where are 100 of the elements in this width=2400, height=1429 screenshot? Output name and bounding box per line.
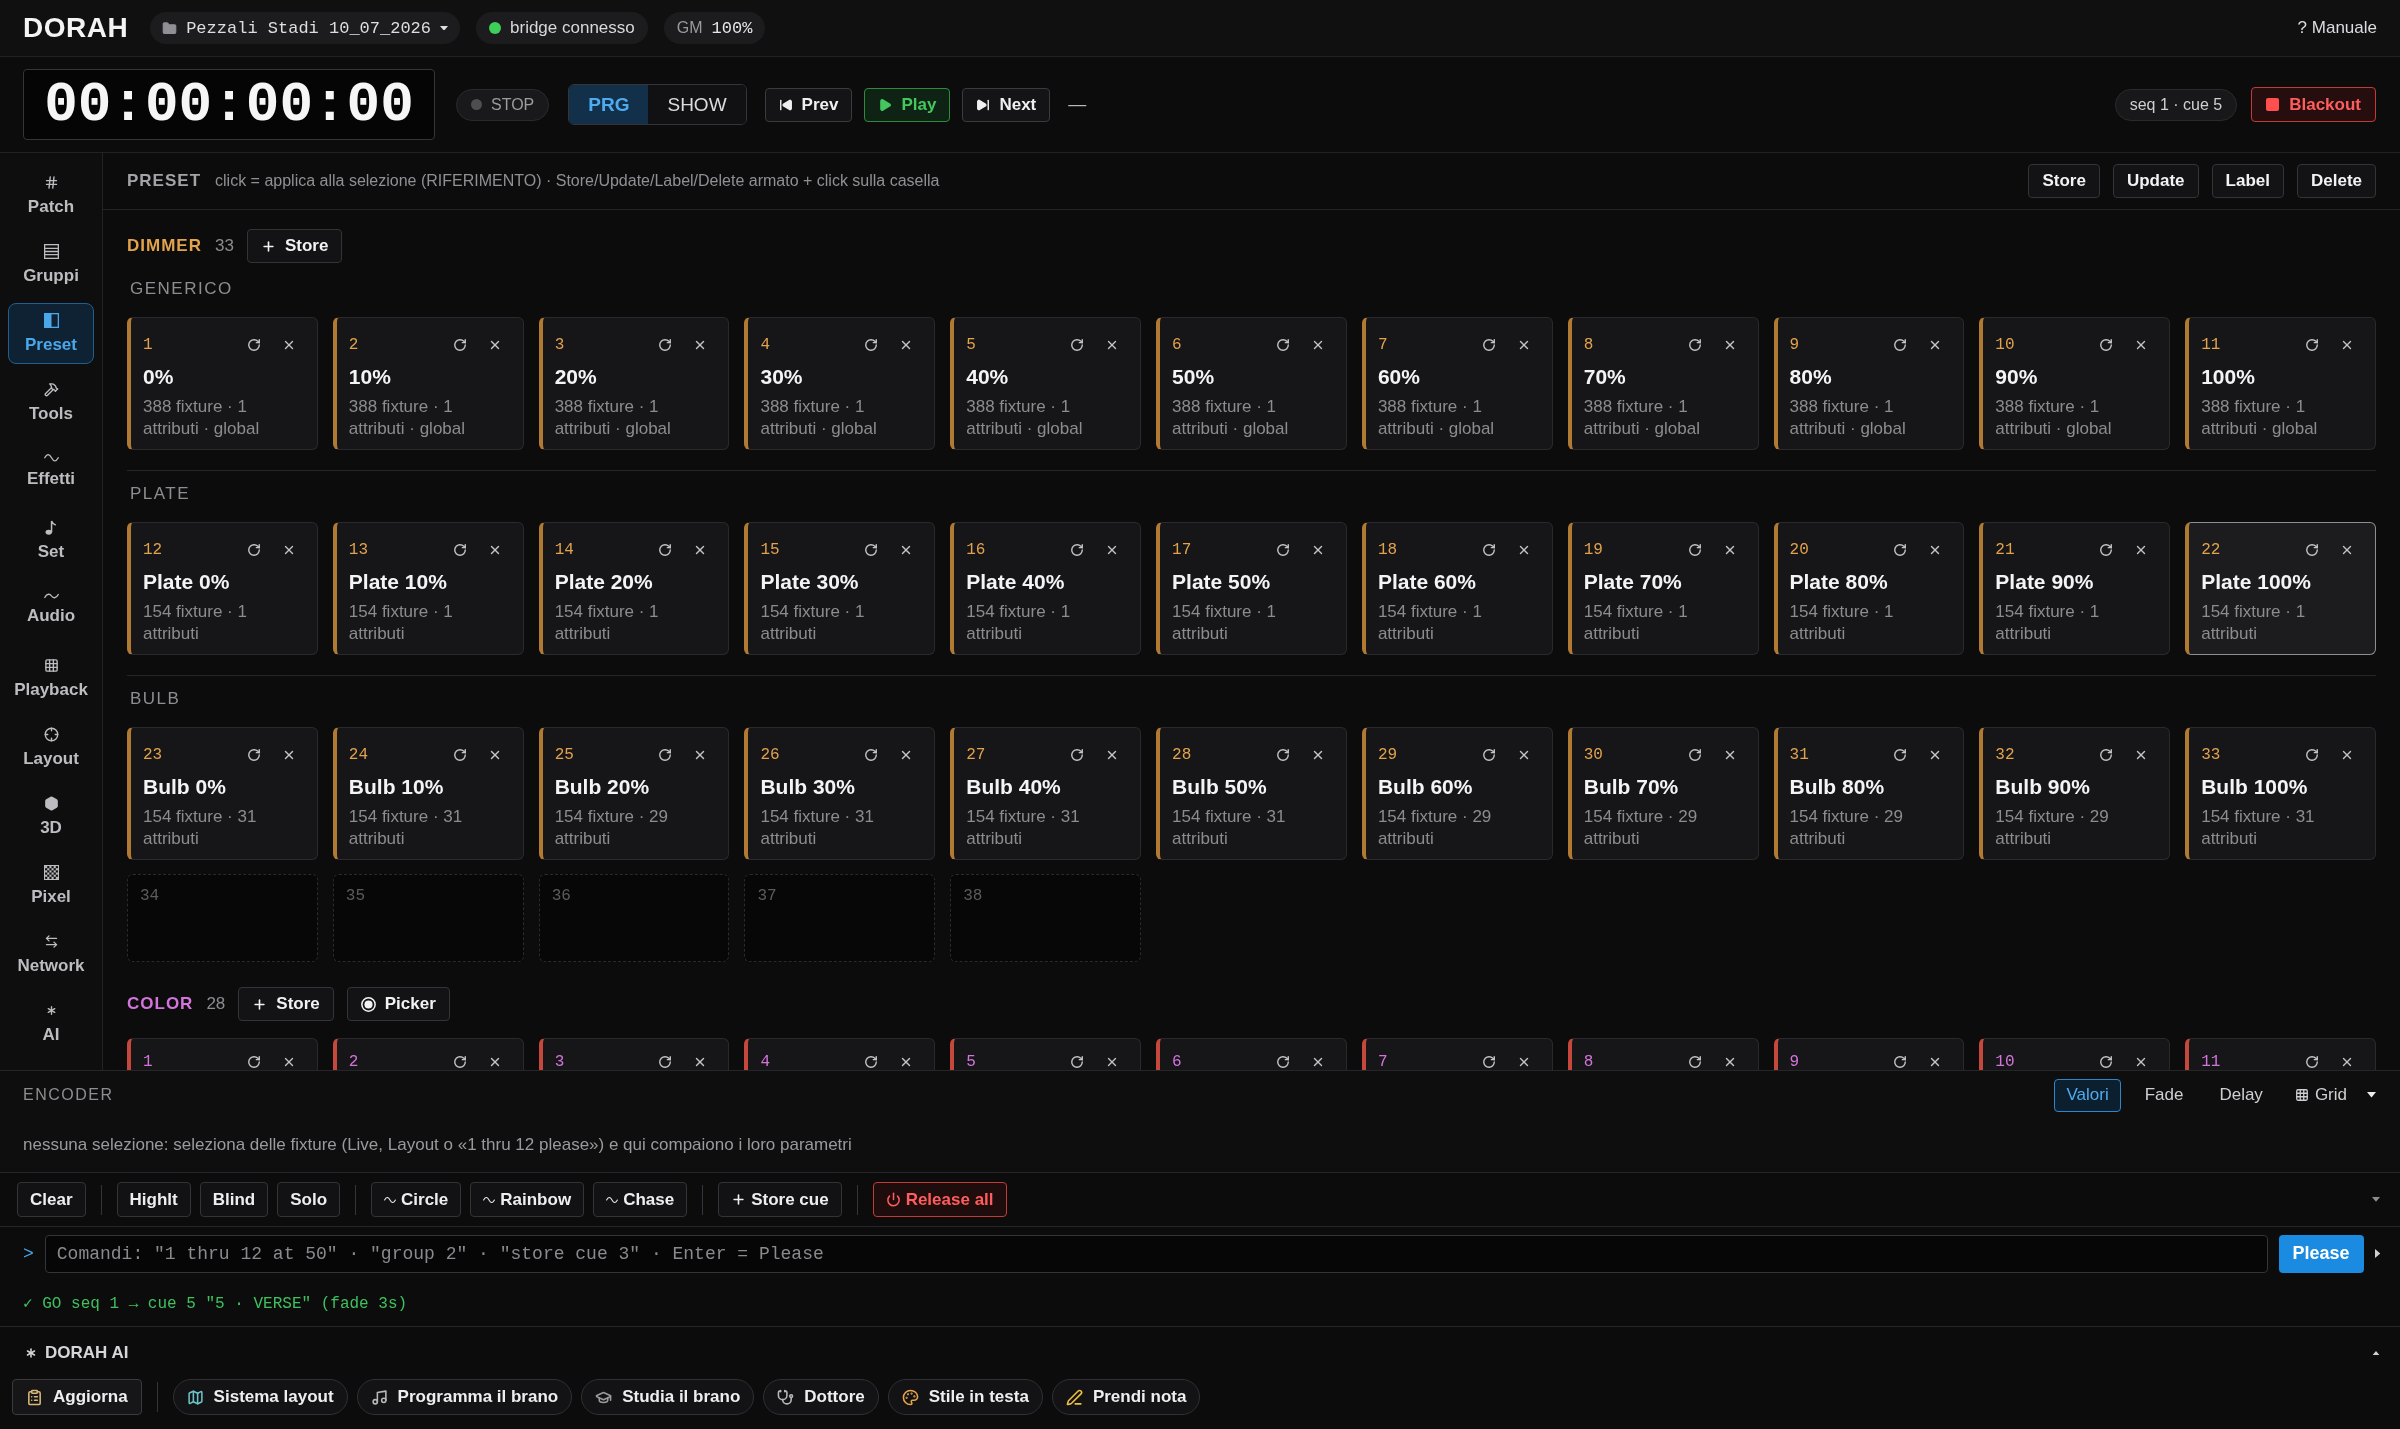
close-icon[interactable]: [2340, 338, 2354, 352]
toolbar-button[interactable]: Solo: [277, 1182, 341, 1217]
refresh-icon[interactable]: [1481, 338, 1496, 352]
picker-button[interactable]: Picker: [346, 987, 450, 1021]
preset-card[interactable]: 17 Plate 50% 154 fixture · 1 attributi: [1156, 522, 1347, 655]
preset-card[interactable]: 10: [1979, 1038, 2171, 1070]
store-button[interactable]: Store: [246, 229, 343, 263]
caret-icon[interactable]: [2367, 1092, 2376, 1098]
refresh-icon[interactable]: [1481, 543, 1496, 557]
refresh-icon[interactable]: [1070, 748, 1085, 762]
caret-icon[interactable]: [2372, 1197, 2380, 1202]
refresh-icon[interactable]: [1070, 338, 1085, 352]
sidebar-item[interactable]: Tools: [8, 372, 94, 433]
toolbar-button[interactable]: Circle: [371, 1182, 462, 1217]
sidebar-item[interactable]: Effetti: [8, 441, 94, 502]
ai-action-button[interactable]: Aggiorna: [12, 1379, 142, 1415]
preset-card[interactable]: 30 Bulb 70% 154 fixture · 29 attributi: [1567, 727, 1759, 860]
preset-card[interactable]: 29 Bulb 60% 154 fixture · 29 attributi: [1361, 727, 1553, 860]
stop-button[interactable]: STOP: [456, 88, 550, 121]
refresh-icon[interactable]: [1481, 748, 1496, 762]
refresh-icon[interactable]: [1481, 1055, 1496, 1069]
refresh-icon[interactable]: [452, 543, 467, 557]
project-selector[interactable]: Pezzali Stadi 10_07_2026: [150, 12, 460, 44]
refresh-icon[interactable]: [246, 748, 261, 762]
preset-card[interactable]: 4 30% 388 fixture · 1 attributi · global: [744, 317, 936, 450]
submit-button[interactable]: Please: [2278, 1234, 2364, 1273]
grid-toggle[interactable]: Grid: [2286, 1078, 2355, 1112]
preset-action-button[interactable]: Store: [2028, 164, 2100, 198]
refresh-icon[interactable]: [1893, 748, 1908, 762]
preset-card[interactable]: 25 Bulb 20% 154 fixture · 29 attributi: [538, 727, 730, 860]
preset-card[interactable]: 33 Bulb 100% 154 fixture · 31 attributi: [2185, 727, 2376, 860]
refresh-icon[interactable]: [452, 1055, 467, 1069]
preset-card[interactable]: 9 80% 388 fixture · 1 attributi · global: [1773, 317, 1965, 450]
manual-link[interactable]: ? Manuale: [2297, 18, 2377, 38]
preset-card[interactable]: 27 Bulb 40% 154 fixture · 31 attributi: [950, 727, 1142, 860]
refresh-icon[interactable]: [658, 748, 673, 762]
refresh-icon[interactable]: [864, 748, 879, 762]
preset-card[interactable]: 16 Plate 40% 154 fixture · 1 attributi: [950, 522, 1142, 655]
preset-card[interactable]: 6 50% 388 fixture · 1 attributi · global: [1156, 317, 1347, 450]
refresh-icon[interactable]: [452, 748, 467, 762]
refresh-icon[interactable]: [2305, 748, 2319, 762]
refresh-icon[interactable]: [246, 543, 261, 557]
sidebar-item[interactable]: Gruppi: [8, 234, 94, 295]
preset-card[interactable]: 5: [950, 1038, 1142, 1070]
refresh-icon[interactable]: [1687, 543, 1702, 557]
preset-card[interactable]: 23 Bulb 0% 154 fixture · 31 attributi: [127, 727, 318, 860]
close-icon[interactable]: [2340, 543, 2354, 557]
preset-card[interactable]: 14 Plate 20% 154 fixture · 1 attributi: [538, 522, 730, 655]
sidebar-item[interactable]: Preset: [8, 303, 94, 364]
preset-card[interactable]: 18 Plate 60% 154 fixture · 1 attributi: [1361, 522, 1553, 655]
refresh-icon[interactable]: [1275, 543, 1290, 557]
preset-card[interactable]: 3: [538, 1038, 730, 1070]
sidebar-item[interactable]: Pixel: [8, 855, 94, 916]
sidebar-item[interactable]: Playback: [8, 648, 94, 709]
refresh-icon[interactable]: [1275, 338, 1290, 352]
preset-card[interactable]: 22 Plate 100% 154 fixture · 1 attributi: [2185, 522, 2376, 655]
refresh-icon[interactable]: [1687, 1055, 1702, 1069]
preset-card[interactable]: 7 60% 388 fixture · 1 attributi · global: [1361, 317, 1553, 450]
refresh-icon[interactable]: [1070, 1055, 1085, 1069]
play-button[interactable]: Play: [864, 87, 951, 122]
refresh-icon[interactable]: [1893, 1055, 1908, 1069]
sidebar-item[interactable]: Audio: [8, 579, 94, 640]
refresh-icon[interactable]: [2305, 1055, 2319, 1069]
refresh-icon[interactable]: [864, 543, 879, 557]
sidebar-item[interactable]: Layout: [8, 717, 94, 778]
preset-card[interactable]: 1 0% 388 fixture · 1 attributi · global: [127, 317, 318, 450]
sidebar-item[interactable]: Patch: [8, 165, 94, 226]
toolbar-button[interactable]: Chase: [593, 1182, 688, 1217]
toolbar-button[interactable]: Clear: [17, 1182, 86, 1217]
preset-card[interactable]: 26 Bulb 30% 154 fixture · 31 attributi: [744, 727, 936, 860]
encoder-tab[interactable]: Fade: [2132, 1078, 2196, 1112]
sidebar-item[interactable]: Network: [8, 924, 94, 985]
refresh-icon[interactable]: [658, 543, 673, 557]
preset-card[interactable]: 8: [1567, 1038, 1759, 1070]
refresh-icon[interactable]: [246, 338, 261, 352]
preset-card[interactable]: 13 Plate 10% 154 fixture · 1 attributi: [332, 522, 524, 655]
refresh-icon[interactable]: [864, 1055, 879, 1069]
sidebar-item[interactable]: AI: [8, 993, 94, 1054]
refresh-icon[interactable]: [658, 338, 673, 352]
refresh-icon[interactable]: [658, 1055, 673, 1069]
ai-action-button[interactable]: Prendi nota: [1051, 1379, 1201, 1415]
store-button[interactable]: Store: [238, 987, 334, 1021]
preset-action-button[interactable]: Update: [2112, 164, 2199, 198]
release-button[interactable]: Release all: [872, 1182, 1007, 1217]
close-icon[interactable]: [2340, 1055, 2354, 1069]
encoder-tab[interactable]: Valori: [2054, 1078, 2121, 1112]
sidebar-item[interactable]: Set: [8, 510, 94, 571]
toolbar-button[interactable]: Highlt: [116, 1182, 191, 1217]
refresh-icon[interactable]: [2099, 543, 2114, 557]
refresh-icon[interactable]: [2099, 338, 2114, 352]
refresh-icon[interactable]: [1275, 1055, 1290, 1069]
preset-card[interactable]: 11 100% 388 fixture · 1 attributi · global: [2185, 317, 2376, 450]
close-icon[interactable]: [2340, 748, 2354, 762]
ai-action-button[interactable]: Sistema layout: [172, 1379, 348, 1415]
toolbar-button[interactable]: Store cue: [718, 1182, 842, 1217]
next-button[interactable]: Next: [962, 87, 1051, 122]
preset-card[interactable]: 21 Plate 90% 154 fixture · 1 attributi: [1979, 522, 2171, 655]
refresh-icon[interactable]: [1275, 748, 1290, 762]
sidebar-item[interactable]: 3D: [8, 786, 94, 847]
preset-card[interactable]: 20 Plate 80% 154 fixture · 1 attributi: [1773, 522, 1965, 655]
